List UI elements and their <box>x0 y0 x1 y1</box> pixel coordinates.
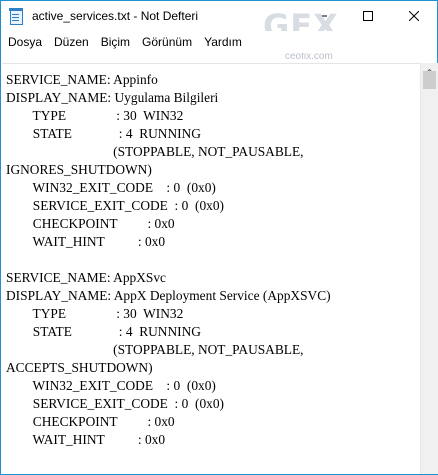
notepad-window: active_services.txt - Not Defteri GFX ce… <box>0 0 438 475</box>
maximize-icon <box>363 11 373 21</box>
window-title: active_services.txt - Not Defteri <box>32 9 199 23</box>
menu-item-file[interactable]: Dosya <box>2 32 48 52</box>
menu-bar: Dosya Düzen Biçim Görünüm Yardım <box>1 31 437 53</box>
scrollbar-thumb[interactable] <box>423 71 436 89</box>
maximize-button[interactable] <box>345 1 391 31</box>
title-bar[interactable]: active_services.txt - Not Defteri <box>1 1 437 31</box>
menu-item-help[interactable]: Yardım <box>198 32 248 52</box>
text-editor[interactable]: SERVICE_NAME: Appinfo DISPLAY_NAME: Uygu… <box>2 63 420 474</box>
close-button[interactable] <box>391 1 437 31</box>
editor-content[interactable]: SERVICE_NAME: Appinfo DISPLAY_NAME: Uygu… <box>2 64 420 449</box>
minimize-icon <box>317 15 327 17</box>
minimize-button[interactable] <box>299 1 345 31</box>
close-icon <box>409 11 419 21</box>
menu-item-edit[interactable]: Düzen <box>48 32 95 52</box>
vertical-scrollbar[interactable] <box>420 63 438 474</box>
notepad-icon <box>8 8 24 25</box>
menu-item-format[interactable]: Biçim <box>95 32 136 52</box>
menu-item-view[interactable]: Görünüm <box>136 32 198 52</box>
